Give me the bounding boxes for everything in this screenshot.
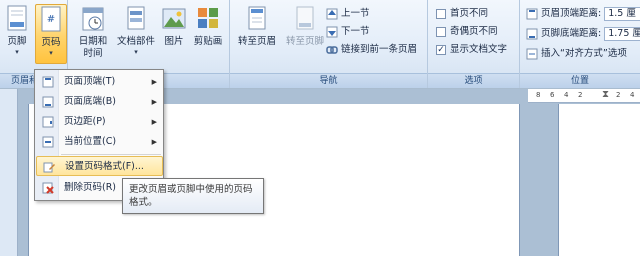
next-section-label: 下一节 <box>341 26 370 37</box>
prev-section-button[interactable]: 上一节 <box>326 6 370 22</box>
link-previous-button[interactable]: 链接到前一条页眉 <box>326 42 417 58</box>
header-top-distance: 页眉顶端距离: 1.5 厘 <box>526 6 640 22</box>
show-document-text-label: 显示文档文字 <box>450 44 508 55</box>
picture-button-label: 图片 <box>164 36 184 47</box>
calendar-icon <box>82 7 104 31</box>
footer-button-label: 页脚 <box>7 36 27 47</box>
bottom-of-page-icon <box>42 96 54 108</box>
prev-section-icon <box>326 8 338 19</box>
submenu-arrow-icon: ▶ <box>151 138 157 146</box>
goto-header-button[interactable]: 转至页眉 <box>234 4 280 48</box>
insert-alignment-tab-button[interactable]: 插入“对齐方式”选项 <box>526 46 627 62</box>
page-number-button[interactable]: # 页码 ▾ <box>35 4 67 64</box>
next-section-button[interactable]: 下一节 <box>326 24 370 40</box>
different-first-page-checkbox[interactable]: 首页不同 <box>436 6 488 22</box>
goto-footer-icon <box>296 6 314 30</box>
menu-item-label: 当前位置(C) <box>64 136 117 147</box>
ruler-tick: 8 <box>536 91 541 99</box>
group-options: 首页不同 奇偶页不同 ✓ 显示文档文字 选项 <box>428 0 520 88</box>
picture-button[interactable]: 图片 <box>160 4 188 48</box>
svg-text:#: # <box>47 14 55 25</box>
footer-distance-icon <box>526 28 538 39</box>
indent-marker-icon[interactable]: ⧗ <box>602 89 609 100</box>
menu-item-label: 页边距(P) <box>64 116 106 127</box>
menu-item-current-position[interactable]: 当前位置(C) ▶ <box>36 132 163 152</box>
tooltip: 更改页眉或页脚中使用的页码格式。 <box>122 178 264 214</box>
menu-item-label: 页面顶端(T) <box>64 76 116 87</box>
insert-alignment-tab-label: 插入“对齐方式”选项 <box>541 48 627 59</box>
menu-item-bottom-of-page[interactable]: 页面底端(B) ▶ <box>36 92 163 112</box>
submenu-arrow-icon: ▶ <box>151 118 157 126</box>
clipart-button[interactable]: 剪贴画 <box>190 4 226 48</box>
group-label-options: 选项 <box>428 73 519 88</box>
goto-header-label: 转至页眉 <box>237 36 276 47</box>
ruler-tick: 4 <box>564 91 569 99</box>
ruler-tick: 4 <box>630 91 635 99</box>
next-section-icon <box>326 26 338 37</box>
group-navigation: 转至页眉 转至页脚 上一节 下一节 链接到前一条页眉 导航 <box>230 0 428 88</box>
different-odd-even-checkbox[interactable]: 奇偶页不同 <box>436 24 498 40</box>
page-margins-icon <box>42 116 54 128</box>
footer-bottom-distance: 页脚底端距离: 1.75 厘 <box>526 26 640 42</box>
ruler-tick: 6 <box>550 91 555 99</box>
datetime-button[interactable]: 日期和 时间 <box>74 4 112 60</box>
page-number-button-label: 页码 <box>41 37 61 48</box>
horizontal-ruler[interactable]: 8 6 4 2 ⧗ 2 4 <box>528 89 640 103</box>
goto-footer-button[interactable]: 转至页脚 <box>282 4 328 48</box>
different-first-page-label: 首页不同 <box>450 8 489 19</box>
picture-icon <box>162 8 186 29</box>
remove-page-numbers-icon <box>42 182 54 194</box>
menu-item-label: 设置页码格式(F)... <box>65 161 144 172</box>
chevron-down-icon: ▾ <box>15 48 19 56</box>
quickparts-button[interactable]: 文档部件 ▾ <box>114 4 158 56</box>
link-icon <box>326 45 338 54</box>
goto-footer-label: 转至页脚 <box>285 36 324 47</box>
header-distance-icon <box>526 8 538 19</box>
ruler-tick: 2 <box>578 91 583 99</box>
header-top-input[interactable]: 1.5 厘 <box>604 6 640 21</box>
document-page-next[interactable] <box>558 104 640 256</box>
menu-item-page-margins[interactable]: 页边距(P) ▶ <box>36 112 163 132</box>
menu-item-format-page-numbers[interactable]: 设置页码格式(F)... <box>36 156 163 176</box>
group-label-navigation: 导航 <box>230 73 427 88</box>
menu-item-top-of-page[interactable]: 页面顶端(T) ▶ <box>36 72 163 92</box>
submenu-arrow-icon: ▶ <box>151 78 157 86</box>
prev-section-label: 上一节 <box>341 8 370 19</box>
chevron-down-icon: ▾ <box>134 48 138 56</box>
goto-header-icon <box>248 6 266 30</box>
checkbox-box[interactable] <box>436 8 446 19</box>
link-previous-label: 链接到前一条页眉 <box>341 44 418 55</box>
chevron-down-icon: ▾ <box>49 49 53 57</box>
menu-separator <box>61 154 161 155</box>
checkbox-box[interactable] <box>436 26 446 37</box>
top-of-page-icon <box>42 76 54 88</box>
header-top-label: 页眉顶端距离: <box>541 8 602 19</box>
checkmark-icon[interactable]: ✓ <box>436 44 446 55</box>
menu-item-label: 页面底端(B) <box>64 96 116 107</box>
group-position: 页眉顶端距离: 1.5 厘 页脚底端距离: 1.75 厘 插入“对齐方式”选项 … <box>520 0 640 88</box>
page-number-icon: # <box>41 6 61 32</box>
different-odd-even-label: 奇偶页不同 <box>450 26 498 37</box>
show-document-text-checkbox[interactable]: ✓ 显示文档文字 <box>436 42 507 58</box>
current-position-icon <box>42 136 54 148</box>
clipart-icon <box>198 8 218 28</box>
datetime-button-label: 日期和 时间 <box>78 36 108 59</box>
alignment-tab-icon <box>526 48 538 59</box>
footer-icon <box>7 5 27 31</box>
footer-bottom-label: 页脚底端距离: <box>541 28 602 39</box>
ruler-tick: 2 <box>616 91 621 99</box>
menu-item-label: 删除页码(R) <box>64 182 117 193</box>
group-label-position: 位置 <box>520 73 640 88</box>
quickparts-icon <box>127 6 145 30</box>
format-page-numbers-icon <box>43 162 55 173</box>
quickparts-button-label: 文档部件 <box>116 36 155 47</box>
footer-bottom-input[interactable]: 1.75 厘 <box>604 26 640 41</box>
clipart-button-label: 剪贴画 <box>193 36 223 47</box>
submenu-arrow-icon: ▶ <box>151 98 157 106</box>
footer-button[interactable]: 页脚 ▾ <box>2 4 32 56</box>
vertical-ruler <box>0 89 18 256</box>
